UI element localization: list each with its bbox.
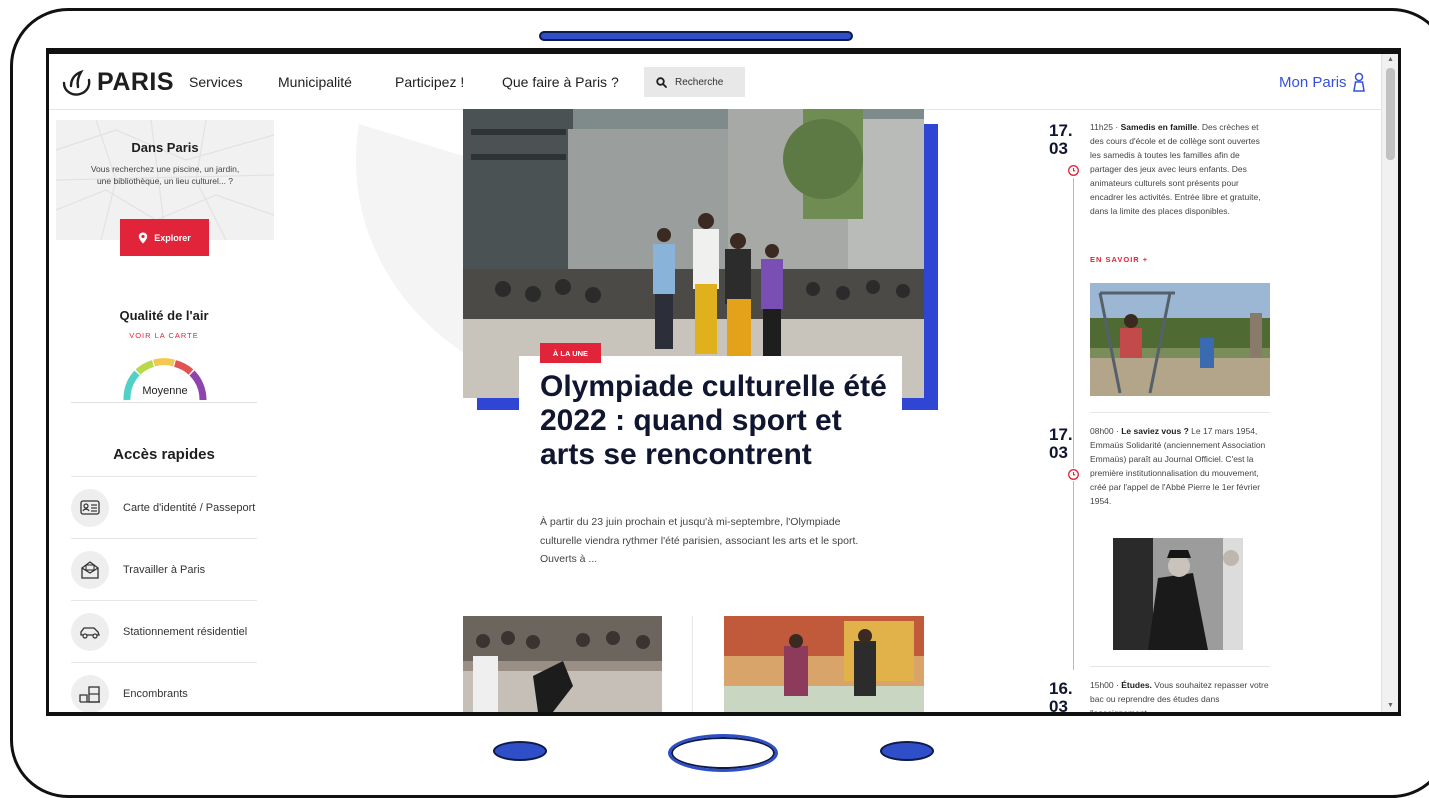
thumbnail-dance-class[interactable] <box>724 616 924 712</box>
timeline-line <box>1073 178 1074 670</box>
timeline-entry-text: 11h25 · Samedis en famille. Des crèches … <box>1090 120 1270 218</box>
account-button[interactable]: Mon Paris <box>1279 72 1365 92</box>
logo-text: PARIS <box>97 68 175 96</box>
search-button[interactable]: Recherche <box>644 67 745 97</box>
dans-paris-description: Vous recherchez une piscine, un jardin, … <box>90 164 240 186</box>
device-back-button[interactable] <box>493 741 547 761</box>
quick-access-title: Accès rapides <box>113 446 215 463</box>
quick-access-item-encombrants[interactable]: Encombrants <box>71 662 257 712</box>
air-quality-level: Moyenne <box>142 385 188 397</box>
user-icon <box>1352 72 1365 92</box>
timeline-date: 16. 03 <box>1049 679 1089 713</box>
air-quality-title: Qualité de l'air <box>119 308 209 323</box>
timeline-title: Études. <box>1121 680 1152 690</box>
dans-paris-title: Dans Paris <box>131 140 199 155</box>
quick-access-item-identity[interactable]: Carte d'identité / Passeport <box>71 476 257 538</box>
quick-access-label: Stationnement résidentiel <box>123 625 248 638</box>
screen-bezel-bottom <box>46 712 1401 716</box>
thumbnail-breakdance[interactable] <box>463 616 662 712</box>
timeline-month: 03 <box>1049 443 1068 462</box>
timeline-time: 11h25 · <box>1090 122 1121 132</box>
divider <box>692 616 693 712</box>
air-quality-map-link[interactable]: VOIR LA CARTE <box>49 331 279 340</box>
timeline-entry-text: 15h00 · Études. Vous souhaitez repasser … <box>1090 678 1270 712</box>
timeline-day: 16. <box>1049 679 1073 698</box>
quick-access-label: Travailler à Paris <box>123 563 206 576</box>
scroll-thumb[interactable] <box>1386 68 1395 160</box>
furniture-icon <box>71 674 109 712</box>
timeline-image-playground[interactable] <box>1090 283 1270 396</box>
timeline-image-abbe-pierre[interactable] <box>1113 538 1243 650</box>
account-label: Mon Paris <box>1279 73 1347 91</box>
a-la-une-badge: À LA UNE <box>540 343 601 363</box>
explorer-label: Explorer <box>154 232 191 243</box>
device-home-button[interactable] <box>668 734 778 772</box>
timeline-day: 17. <box>1049 121 1073 140</box>
timeline-title: Le saviez vous ? <box>1121 426 1189 436</box>
explorer-button[interactable]: Explorer <box>120 219 209 256</box>
timeline-body: . Des crèches et des cours d'école et de… <box>1090 122 1261 216</box>
hero-title[interactable]: Olympiade culturelle été 2022 : quand sp… <box>540 370 890 472</box>
nav-municipalite[interactable]: Municipalité <box>278 74 352 90</box>
clock-icon <box>1067 164 1080 177</box>
clock-icon <box>1067 468 1080 481</box>
quick-access-label: Encombrants <box>123 687 188 700</box>
search-label: Recherche <box>675 76 724 88</box>
quick-access-label: Carte d'identité / Passeport <box>123 501 256 514</box>
location-pin-icon <box>139 232 148 243</box>
timeline-entry-text: 08h00 · Le saviez vous ? Le 17 mars 1954… <box>1090 424 1270 508</box>
divider <box>1090 412 1270 413</box>
timeline-month: 03 <box>1049 139 1068 158</box>
timeline-day: 17. <box>1049 425 1073 444</box>
divider <box>71 402 257 403</box>
timeline-title: Samedis en famille <box>1120 122 1198 132</box>
timeline-month: 03 <box>1049 697 1068 713</box>
page-scrollbar[interactable]: ▲ ▼ <box>1381 54 1398 712</box>
id-card-icon <box>71 488 109 527</box>
nav-participez[interactable]: Participez ! <box>395 74 464 90</box>
nav-que-faire[interactable]: Que faire à Paris ? <box>502 74 619 90</box>
paris-ship-icon <box>62 69 91 96</box>
timeline-time: 15h00 · <box>1090 680 1122 690</box>
scroll-down-icon[interactable]: ▼ <box>1387 702 1394 709</box>
timeline-body: Le 17 mars 1954, Emmaüs Solidarité (anci… <box>1090 426 1266 506</box>
envelope-icon <box>71 550 109 589</box>
quick-access-item-parking[interactable]: Stationnement résidentiel <box>71 600 257 662</box>
divider <box>1090 666 1270 667</box>
site-header: PARIS Services Municipalité Participez !… <box>49 54 1381 110</box>
browser-screen: PARIS Services Municipalité Participez !… <box>49 54 1398 712</box>
en-savoir-plus-link[interactable]: EN SAVOIR + <box>1090 255 1148 264</box>
nav-services[interactable]: Services <box>189 74 243 90</box>
car-icon <box>71 612 109 651</box>
timeline-time: 08h00 · <box>1090 426 1122 436</box>
scroll-up-icon[interactable]: ▲ <box>1387 56 1394 63</box>
search-icon <box>656 76 667 88</box>
paris-logo[interactable]: PARIS <box>61 68 174 97</box>
quick-access-item-work[interactable]: Travailler à Paris <box>71 538 257 600</box>
hero-image-dancers[interactable] <box>463 109 924 398</box>
timeline-date: 17. 03 <box>1049 426 1089 462</box>
hero-description: À partir du 23 juin prochain et jusqu'à … <box>540 516 859 565</box>
device-menu-button[interactable] <box>880 741 934 761</box>
screen-bezel-right <box>1398 48 1401 716</box>
device-speaker <box>539 31 853 41</box>
timeline-date: 17. 03 <box>1049 122 1089 158</box>
